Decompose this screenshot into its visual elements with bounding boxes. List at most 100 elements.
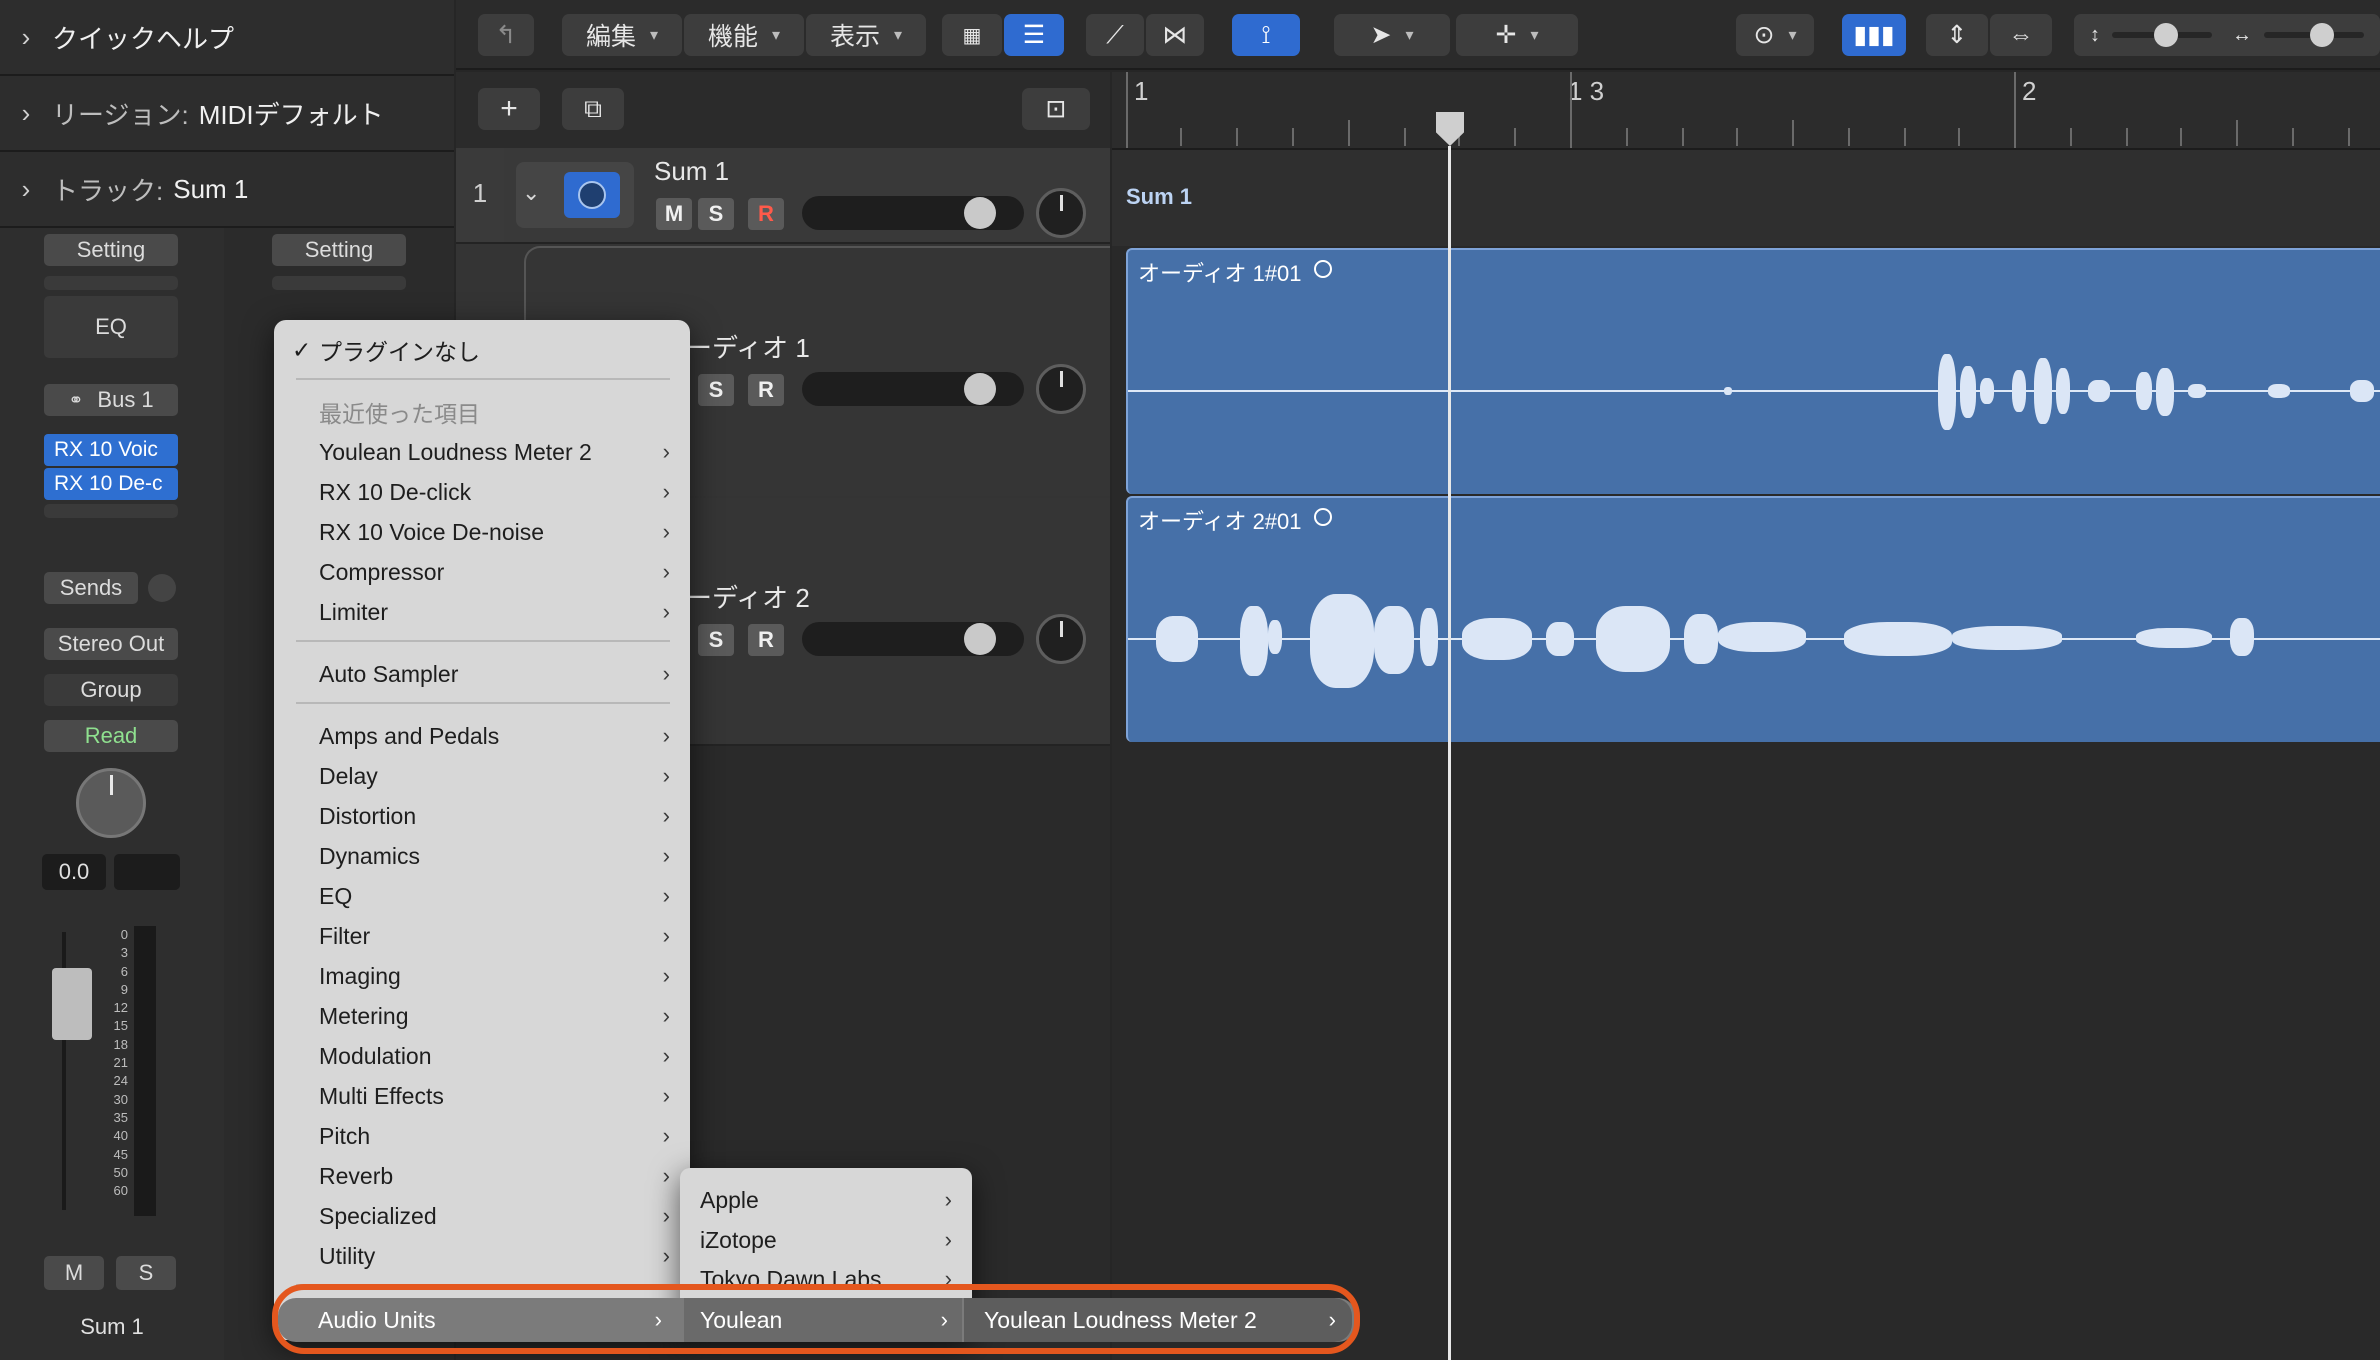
menu-item-category[interactable]: Distortion › xyxy=(274,796,690,836)
more-options-menu[interactable]: ⊙ ▾ xyxy=(1736,14,1814,56)
audio-region-2[interactable]: オーディオ 2#01 xyxy=(1126,496,2380,742)
pointer-tool-menu[interactable]: ➤ ▾ xyxy=(1334,14,1450,56)
setting-button[interactable]: Setting xyxy=(272,234,406,266)
functions-menu[interactable]: 機能 ▾ xyxy=(684,14,804,56)
track-sum-1[interactable]: 1 ⌄ Sum 1 M S R xyxy=(456,148,1110,244)
menu-item-recent[interactable]: Youlean Loudness Meter 2 › xyxy=(274,432,690,472)
menu-item-recent[interactable]: RX 10 De-click › xyxy=(274,472,690,512)
chevron-right-icon: › xyxy=(662,763,670,788)
chevron-right-icon: › xyxy=(662,963,670,988)
back-button[interactable]: ↰ xyxy=(478,14,534,56)
menu-item-category[interactable]: Reverb › xyxy=(274,1156,690,1196)
menu-item-no-plugin[interactable]: ✓ プラグインなし xyxy=(274,330,690,370)
fader-cap[interactable] xyxy=(52,968,92,1040)
menu-item-label: Auto Sampler xyxy=(319,660,459,687)
add-track-button[interactable]: + xyxy=(478,88,540,130)
menu-item-category[interactable]: Pitch › xyxy=(274,1116,690,1156)
send-knob[interactable] xyxy=(148,574,176,602)
menu-item-category[interactable]: EQ › xyxy=(274,876,690,916)
menu-item-category[interactable]: Filter › xyxy=(274,916,690,956)
menu-item-category[interactable]: Imaging › xyxy=(274,956,690,996)
menu-item-vendor[interactable]: iZotope › xyxy=(680,1220,972,1260)
menu-item-category[interactable]: Amps and Pedals › xyxy=(274,716,690,756)
solo-button[interactable]: S xyxy=(698,198,734,230)
pan-knob[interactable] xyxy=(1036,614,1086,664)
horizontal-fit-button[interactable]: ⇔ xyxy=(1990,14,2052,56)
group-button[interactable]: Group xyxy=(44,674,178,706)
bus-label: Bus 1 xyxy=(97,387,154,412)
solo-button[interactable]: S xyxy=(116,1256,176,1290)
track-name[interactable]: ーディオ 2 xyxy=(686,578,810,615)
menu-item-recent[interactable]: Compressor › xyxy=(274,552,690,592)
track-name[interactable]: ーディオ 1 xyxy=(686,328,810,365)
empty-plugin-slot[interactable] xyxy=(44,504,178,518)
menu-item-category[interactable]: Multi Effects › xyxy=(274,1076,690,1116)
edit-menu[interactable]: 編集 ▾ xyxy=(562,14,682,56)
mute-button[interactable]: M xyxy=(656,198,692,230)
setting-button[interactable]: Setting xyxy=(44,234,178,266)
sends-button[interactable]: Sends xyxy=(44,572,138,604)
catch-button[interactable]: ⊡ xyxy=(1022,88,1090,130)
menu-item-recent[interactable]: RX 10 Voice De-noise › xyxy=(274,512,690,552)
menu-item-category[interactable]: Modulation › xyxy=(274,1036,690,1076)
volume-fader[interactable] xyxy=(802,372,1024,406)
solo-button[interactable]: S xyxy=(698,624,734,656)
quick-help-row[interactable]: › クイックヘルプ xyxy=(0,0,454,76)
pan-knob[interactable] xyxy=(76,768,146,838)
chevron-right-icon: › xyxy=(662,439,670,464)
track-row[interactable]: › トラック: Sum 1 xyxy=(0,152,454,228)
edit-menu-label: 編集 xyxy=(585,23,636,51)
automation-button[interactable]: ⟋ xyxy=(1086,14,1144,56)
gain-slot[interactable] xyxy=(272,276,406,290)
record-button[interactable]: R xyxy=(748,198,784,230)
fader-thumb[interactable] xyxy=(964,373,996,405)
track-icon-box[interactable]: ⌄ xyxy=(516,162,634,228)
waveform-zoom-button[interactable]: ▮▮▮ xyxy=(1842,14,1906,56)
volume-fader[interactable] xyxy=(802,622,1024,656)
record-button[interactable]: R xyxy=(748,624,784,656)
disclosure-chevron-icon[interactable]: ⌄ xyxy=(522,180,540,206)
fader-thumb[interactable] xyxy=(964,623,996,655)
gain-slot[interactable] xyxy=(44,276,178,290)
fader-thumb[interactable] xyxy=(964,197,996,229)
region-row[interactable]: › リージョン: MIDIデフォルト xyxy=(0,76,454,152)
pan-knob[interactable] xyxy=(1036,188,1086,238)
audio-region-1[interactable]: オーディオ 1#01 xyxy=(1126,248,2380,494)
snap-button[interactable]: ⟟ xyxy=(1232,14,1300,56)
vertical-fit-button[interactable]: ⇕ xyxy=(1926,14,1988,56)
menu-item-auto-sampler[interactable]: Auto Sampler › xyxy=(274,654,690,694)
solo-button[interactable]: S xyxy=(698,374,734,406)
volume-fader[interactable] xyxy=(802,196,1024,230)
view-menu[interactable]: 表示 ▾ xyxy=(806,14,926,56)
menu-item-category[interactable]: Specialized › xyxy=(274,1196,690,1236)
plugin-slot-2[interactable]: RX 10 De-c xyxy=(44,468,178,500)
mute-button[interactable]: M xyxy=(44,1256,104,1290)
playhead-line[interactable] xyxy=(1448,146,1451,1360)
secondary-tool-menu[interactable]: ✛ ▾ xyxy=(1456,14,1578,56)
menu-item-category[interactable]: Delay › xyxy=(274,756,690,796)
plugin-slot-1[interactable]: RX 10 Voic xyxy=(44,434,178,466)
menu-item-category[interactable]: Dynamics › xyxy=(274,836,690,876)
menu-item-recent[interactable]: Limiter › xyxy=(274,592,690,632)
fader-track[interactable] xyxy=(52,932,92,1210)
eq-button[interactable]: EQ xyxy=(44,296,178,358)
menu-item-vendor[interactable]: Apple › xyxy=(680,1180,972,1220)
timeline-ruler[interactable]: 1 1 3 2 xyxy=(1112,72,2380,150)
record-button[interactable]: R xyxy=(748,374,784,406)
flex-button[interactable]: ⋈ xyxy=(1146,14,1204,56)
automation-mode-button[interactable]: Read xyxy=(44,720,178,752)
pan-knob[interactable] xyxy=(1036,364,1086,414)
menu-item-category[interactable]: Metering › xyxy=(274,996,690,1036)
bus-input[interactable]: ⚭ Bus 1 xyxy=(44,384,178,416)
horizontal-zoom-slider[interactable] xyxy=(2264,23,2364,47)
menu-item-category[interactable]: Utility › xyxy=(274,1236,690,1276)
vertical-zoom-slider[interactable] xyxy=(2112,23,2212,47)
arrange-area[interactable]: Sum 1 オーディオ 1#01 オーディオ 2#01 xyxy=(1112,146,2380,1360)
track-name[interactable]: Sum 1 xyxy=(654,156,729,187)
duplicate-track-button[interactable]: ⧉ xyxy=(562,88,624,130)
output-button[interactable]: Stereo Out xyxy=(44,628,178,660)
sum-lane[interactable]: Sum 1 xyxy=(1112,150,2380,246)
grid-view-button[interactable]: ▦ xyxy=(942,14,1002,56)
list-view-button[interactable]: ☰ xyxy=(1004,14,1064,56)
pan-value: 0.0 xyxy=(42,854,106,890)
